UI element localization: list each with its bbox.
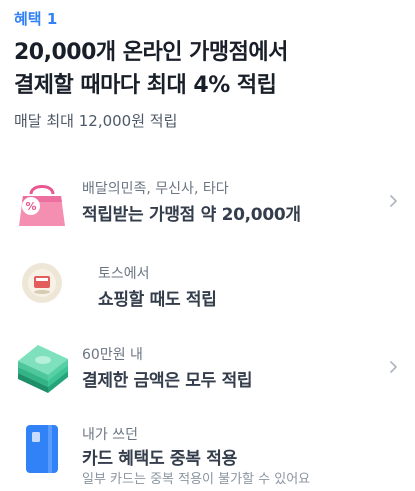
page-subtitle: 매달 최대 12,000원 적립 (14, 112, 178, 130)
benefit-caption: 내가 쓰던 (82, 427, 138, 443)
shopping-bag-icon: % (13, 174, 71, 232)
credit-card-icon (13, 420, 71, 478)
benefit-item-card: 내가 쓰던 카드 혜택도 중복 적용 일부 카드는 중복 적용이 불가할 수 있… (0, 418, 415, 490)
chevron-right-icon[interactable] (386, 194, 400, 208)
benefit-caption: 토스에서 (98, 266, 150, 282)
benefit-item-merchants[interactable]: % 배달의민족, 무신사, 타다 적립받는 가맹점 약 20,000개 (0, 170, 415, 242)
money-stack-icon (13, 339, 71, 397)
benefit-caption: 60만원 내 (82, 347, 143, 363)
benefit-note: 일부 카드는 중복 적용이 불가할 수 있어요 (82, 472, 311, 487)
page-title: 20,000개 온라인 가맹점에서 결제할 때마다 최대 4% 적립 (14, 36, 288, 102)
svg-text:%: % (25, 200, 36, 213)
benefit-title: 카드 혜택도 중복 적용 (82, 449, 237, 469)
benefit-item-amount[interactable]: 60만원 내 결제한 금액은 모두 적립 (0, 337, 415, 409)
toss-coin-icon (13, 254, 71, 312)
benefit-caption: 배달의민족, 무신사, 타다 (82, 181, 229, 197)
benefit-badge: 혜택 1 (14, 10, 58, 28)
chevron-right-icon[interactable] (386, 360, 400, 374)
benefit-title: 쇼핑할 때도 적립 (98, 290, 217, 310)
benefit-title: 적립받는 가맹점 약 20,000개 (82, 205, 301, 225)
benefit-title: 결제한 금액은 모두 적립 (82, 371, 253, 391)
title-line-1: 20,000개 온라인 가맹점에서 (14, 40, 288, 65)
title-line-2: 결제할 때마다 최대 4% 적립 (14, 73, 277, 98)
benefit-item-shopping: 토스에서 쇼핑할 때도 적립 (0, 254, 415, 326)
